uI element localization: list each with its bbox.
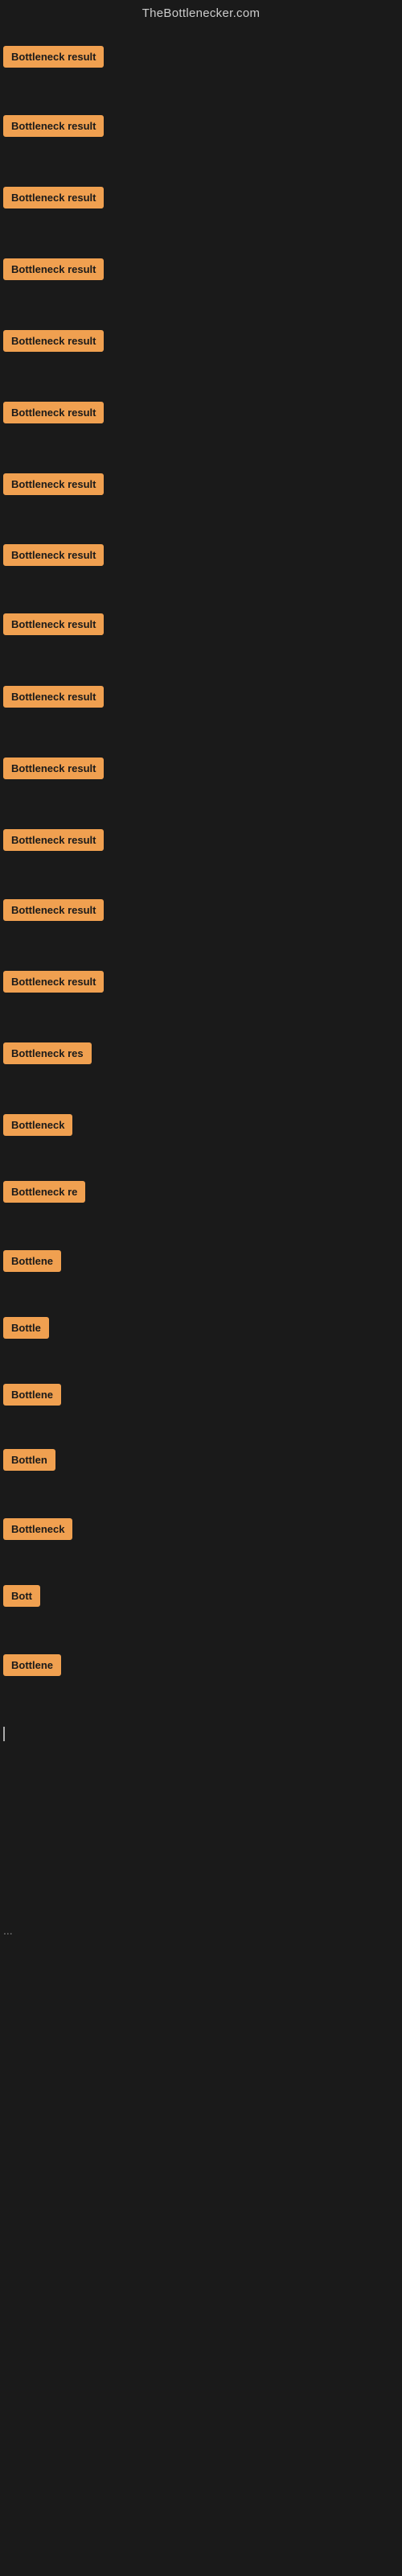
bottleneck-item: Bott [0,1585,40,1611]
bottleneck-item: Bottleneck result [0,187,104,213]
bottleneck-item: Bottleneck re [0,1181,85,1207]
bottleneck-item: Bottleneck [0,1518,72,1544]
bottleneck-badge[interactable]: Bottlene [3,1250,61,1272]
bottleneck-badge[interactable]: Bottleneck result [3,187,104,208]
cursor-indicator [3,1727,5,1741]
bottleneck-badge[interactable]: Bottlen [3,1449,55,1471]
bottleneck-badge[interactable]: Bottleneck result [3,899,104,921]
site-header: TheBottlenecker.com [0,0,402,29]
site-title: TheBottlenecker.com [142,6,260,20]
bottleneck-badge[interactable]: Bottleneck result [3,613,104,635]
small-text-item: ... [3,1924,13,1938]
bottleneck-badge[interactable]: Bottlene [3,1654,61,1676]
page-wrapper: TheBottlenecker.com Bottleneck result Bot… [0,0,402,2576]
bottleneck-item: Bottleneck result [0,899,104,925]
bottleneck-badge[interactable]: Bottleneck result [3,544,104,566]
bottleneck-badge[interactable]: Bottleneck result [3,829,104,851]
bottleneck-badge[interactable]: Bottleneck result [3,115,104,137]
bottleneck-item: Bottleneck result [0,971,104,997]
bottleneck-badge[interactable]: Bottleneck result [3,402,104,423]
bottleneck-badge[interactable]: Bottleneck result [3,686,104,708]
bottleneck-badge[interactable]: Bottleneck result [3,971,104,993]
bottleneck-item: Bottleneck result [0,613,104,639]
bottleneck-item: Bottleneck result [0,402,104,427]
bottleneck-item: Bottleneck result [0,115,104,141]
bottleneck-item: Bottleneck [0,1114,72,1140]
bottleneck-item: Bottleneck result [0,330,104,356]
bottleneck-item: Bottle [0,1317,49,1343]
bottleneck-badge[interactable]: Bottleneck result [3,258,104,280]
bottleneck-item: Bottlene [0,1384,61,1410]
bottleneck-item: Bottleneck result [0,829,104,855]
bottleneck-item: Bottleneck res [0,1042,92,1068]
bottleneck-badge[interactable]: Bottleneck result [3,330,104,352]
bottleneck-item: Bottleneck result [0,544,104,570]
bottleneck-badge[interactable]: Bottleneck re [3,1181,85,1203]
bottleneck-badge[interactable]: Bottle [3,1317,49,1339]
bottleneck-item: Bottleneck result [0,758,104,783]
bottleneck-item: Bottleneck result [0,473,104,499]
bottleneck-badge[interactable]: Bott [3,1585,40,1607]
bottleneck-item: Bottlen [0,1449,55,1475]
bottleneck-badge[interactable]: Bottleneck [3,1114,72,1136]
bottleneck-badge[interactable]: Bottleneck result [3,473,104,495]
bottleneck-badge[interactable]: Bottlene [3,1384,61,1406]
bottleneck-item: Bottlene [0,1250,61,1276]
bottleneck-badge[interactable]: Bottleneck result [3,758,104,779]
bottleneck-badge[interactable]: Bottleneck result [3,46,104,68]
bottleneck-item: Bottleneck result [0,686,104,712]
bottleneck-item: Bottleneck result [0,46,104,72]
bottleneck-badge[interactable]: Bottleneck [3,1518,72,1540]
bottleneck-item: Bottleneck result [0,258,104,284]
bottleneck-item: Bottlene [0,1654,61,1680]
bottleneck-badge[interactable]: Bottleneck res [3,1042,92,1064]
